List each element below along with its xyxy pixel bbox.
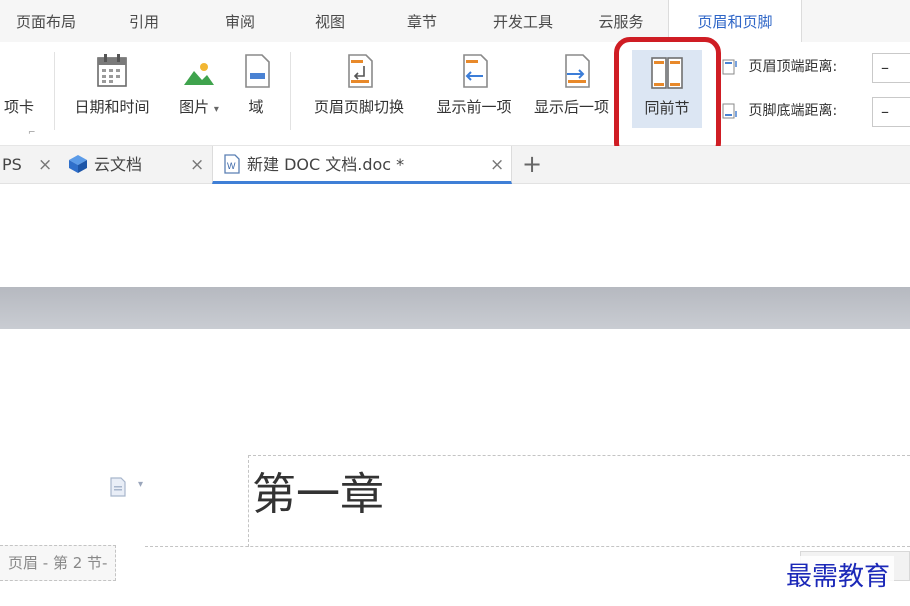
close-icon[interactable]: × (190, 146, 204, 184)
new-tab-plus-icon[interactable]: + (522, 146, 542, 184)
ribbon-separator (54, 52, 55, 130)
tab-sections[interactable]: 章节 (382, 0, 462, 42)
tab-card-button[interactable]: 项卡 ⌐ (0, 42, 44, 142)
tab-header-footer[interactable]: 页眉和页脚 (668, 0, 802, 42)
document-tab-bar: PS × 云文档 × W 新建 DOC 文档.doc * × + (0, 146, 910, 184)
header-top-distance: 页眉顶端距离: (722, 54, 837, 80)
show-next-icon (565, 54, 590, 88)
tab-references[interactable]: 引用 (104, 0, 184, 42)
header-options-dropdown-icon[interactable]: ▾ (138, 479, 143, 490)
picture-dropdown-icon[interactable]: ▾ (214, 104, 219, 115)
svg-text:W: W (227, 161, 236, 171)
footer-distance-icon (722, 103, 737, 119)
watermark-logo: 最需教育 (782, 556, 895, 593)
ribbon-separator (290, 52, 291, 130)
highlight-annotation (614, 37, 721, 159)
show-previous-label: 显示前一项 (436, 98, 512, 116)
dialog-launcher-icon[interactable]: ⌐ (28, 128, 36, 138)
footer-bottom-distance: 页脚底端距离: (722, 98, 837, 124)
footer-bottom-distance-label: 页脚底端距离: (748, 103, 838, 119)
footer-bottom-distance-input[interactable]: – (872, 97, 910, 127)
tab-cloud-services[interactable]: 云服务 (580, 0, 662, 42)
show-previous-button[interactable]: 显示前一项 (424, 42, 524, 142)
show-next-button[interactable]: 显示后一项 (530, 42, 622, 142)
tab-developer-tools[interactable]: 开发工具 (478, 0, 568, 42)
ribbon: 项卡 ⌐ 日期和时间 图片 ▾ 域 页眉页脚切换 显示前一项 显示后一项 同前节… (0, 42, 910, 146)
page-gap-band (0, 287, 910, 329)
doc-tab-new-doc[interactable]: W 新建 DOC 文档.doc * (212, 146, 512, 184)
header-boundary-line (145, 546, 910, 547)
switch-header-footer-button[interactable]: 页眉页脚切换 (300, 42, 418, 142)
doc-tab-cloud-docs[interactable]: 云文档 (68, 146, 178, 184)
tab-review[interactable]: 审阅 (200, 0, 280, 42)
tab-view[interactable]: 视图 (290, 0, 370, 42)
switch-header-footer-label: 页眉页脚切换 (313, 98, 404, 116)
field-icon (245, 54, 270, 88)
picture-icon (184, 61, 214, 85)
tab-card-label: 项卡 (3, 98, 34, 116)
doc-tab-new-doc-label: 新建 DOC 文档.doc * (247, 155, 405, 174)
picture-button[interactable]: 图片 ▾ (168, 42, 230, 142)
header-top-distance-input[interactable]: – (872, 53, 910, 83)
field-button[interactable]: 域 (232, 42, 280, 142)
date-time-label: 日期和时间 (74, 98, 150, 116)
tab-page-layout[interactable]: 页面布局 (0, 0, 92, 42)
field-label: 域 (248, 98, 264, 116)
doc-tab-wps[interactable]: PS (2, 146, 32, 184)
header-top-distance-label: 页眉顶端距离: (748, 59, 838, 75)
show-next-label: 显示后一项 (534, 98, 610, 116)
word-document-icon: W (224, 154, 240, 174)
show-previous-icon (463, 54, 488, 88)
picture-label: 图片 (179, 98, 210, 116)
close-icon[interactable]: × (38, 146, 52, 184)
date-time-button[interactable]: 日期和时间 (62, 42, 162, 142)
menu-bar: 页面布局 引用 审阅 视图 章节 开发工具 云服务 页眉和页脚 (0, 0, 910, 42)
switch-header-footer-icon (348, 54, 373, 88)
header-text[interactable]: 第一章 (252, 458, 384, 522)
header-section-label: 页眉 - 第 2 节- (0, 545, 117, 581)
calendar-icon (97, 54, 127, 87)
header-distance-icon (722, 59, 737, 75)
header-options-icon[interactable] (108, 476, 128, 498)
doc-tab-cloud-docs-label: 云文档 (94, 155, 143, 174)
cloud-docs-cube-icon (69, 155, 87, 173)
close-icon[interactable]: × (490, 146, 504, 184)
